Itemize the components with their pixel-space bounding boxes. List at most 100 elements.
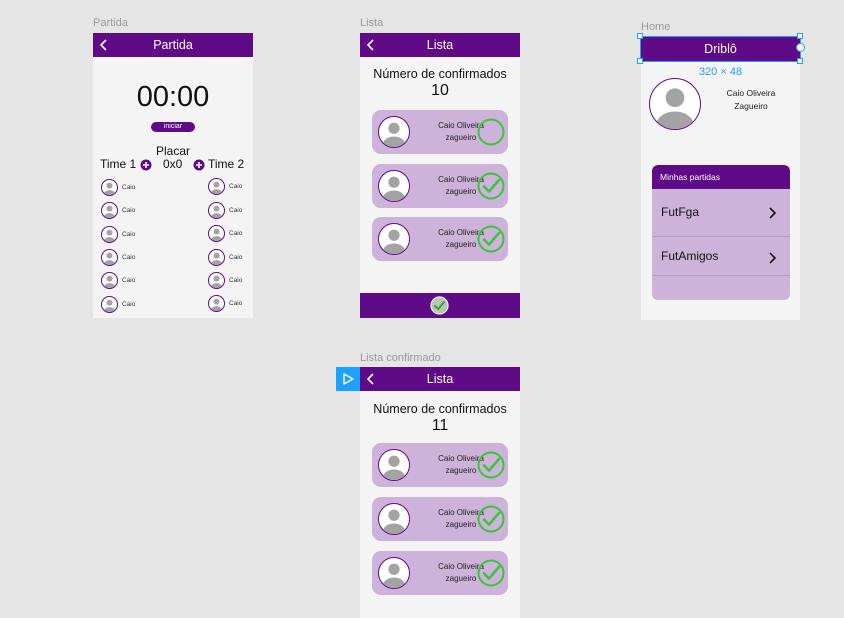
size-badge: 320 × 48 <box>698 66 743 78</box>
player-position: zagueiro <box>445 466 477 475</box>
list-item: Caio <box>101 226 135 243</box>
avatar <box>378 449 410 481</box>
avatar <box>378 557 410 589</box>
score-title: Placar <box>155 144 190 158</box>
avatar <box>378 223 410 255</box>
check-circle-icon[interactable] <box>430 296 449 315</box>
play-icon[interactable] <box>336 367 360 391</box>
avatar <box>101 296 118 313</box>
check-circle-icon[interactable] <box>477 225 505 253</box>
user-info: Caio Oliveira Zagueiro <box>713 87 789 113</box>
player-position: zagueiro <box>445 520 477 529</box>
player-name: Caio <box>229 230 243 237</box>
plus-circle-icon[interactable] <box>140 158 152 171</box>
avatar <box>101 202 118 219</box>
check-circle-icon[interactable] <box>477 505 505 533</box>
user-position: Zagueiro <box>734 101 768 111</box>
match-item[interactable]: FutFga <box>652 189 790 237</box>
circle-icon[interactable] <box>477 118 505 146</box>
match-item[interactable]: FutAmigos <box>652 237 790 276</box>
selection-outline[interactable] <box>640 36 801 62</box>
frame-lista: Lista Número de confirmados 10 Caio Oliv… <box>360 33 520 318</box>
chevron-left-icon[interactable] <box>366 33 382 57</box>
confirmed-count: 10 <box>431 82 449 99</box>
score-value: 0x0 <box>163 157 183 171</box>
avatar <box>101 249 118 266</box>
player-name: Caio <box>122 254 136 261</box>
player-position: zagueiro <box>445 187 477 196</box>
frame-label-lista: Lista <box>360 17 384 29</box>
matches-panel: Minhas partidas FutFga FutAmigos <box>652 165 790 300</box>
player-card[interactable]: Caio Oliveira zagueiro <box>372 497 508 541</box>
frame-label-home: Home <box>641 21 671 33</box>
frame-label-partida: Partida <box>93 17 128 29</box>
frame-home: Driblô 320 × 48 Caio Oliveira Zagueiro M… <box>641 37 800 320</box>
confirm-bar[interactable] <box>360 293 520 318</box>
plus-circle-icon[interactable] <box>193 158 205 171</box>
team1-label: Time 1 <box>100 157 137 171</box>
list-item: Caio <box>101 202 135 219</box>
player-position: zagueiro <box>445 574 477 583</box>
resize-handle[interactable] <box>637 58 643 64</box>
partida-title: Partida <box>153 38 193 52</box>
list-item: Caio <box>101 179 135 196</box>
resize-handle[interactable] <box>797 33 803 39</box>
player-position: zagueiro <box>445 240 477 249</box>
confirmed-label: Número de confirmados <box>373 402 507 416</box>
player-name: Caio <box>122 231 136 238</box>
list-item: Caio <box>208 202 242 219</box>
partida-appbar: Partida <box>93 33 253 57</box>
player-name: Caio <box>122 184 136 191</box>
player-name: Caio <box>229 207 243 214</box>
player-position: zagueiro <box>445 133 477 142</box>
player-card[interactable]: Caio Oliveira zagueiro <box>372 443 508 487</box>
avatar <box>649 78 701 130</box>
start-button[interactable]: iniciar <box>151 122 195 132</box>
chevron-left-icon[interactable] <box>366 367 382 391</box>
list-item: Caio <box>101 272 135 289</box>
match-name: FutFga <box>661 205 700 219</box>
list-item: Caio <box>208 225 242 242</box>
player-name: Caio <box>122 277 136 284</box>
list-item: Caio <box>208 272 242 289</box>
chevron-right-icon <box>768 251 777 269</box>
avatar <box>208 202 225 219</box>
list-item: Caio <box>101 296 135 313</box>
match-timer: 00:00 <box>136 81 210 113</box>
frame-label-lista-confirmado: Lista confirmado <box>360 352 441 364</box>
player-name: Caio <box>229 277 243 284</box>
avatar <box>378 116 410 148</box>
frame-lista-confirmado: Lista Número de confirmados 11 Caio Oliv… <box>360 367 520 618</box>
user-name: Caio Oliveira <box>726 88 776 98</box>
avatar <box>101 226 118 243</box>
player-card[interactable]: Caio Oliveira zagueiro <box>372 217 508 261</box>
match-name: FutAmigos <box>661 249 719 263</box>
frame-partida: Partida 00:00 iniciar Placar Time 1 0x0 … <box>93 33 253 318</box>
check-circle-icon[interactable] <box>477 172 505 200</box>
confirmed-label: Número de confirmados <box>373 67 507 81</box>
avatar <box>208 249 225 266</box>
lista-appbar: Lista <box>360 33 520 57</box>
list-item: Caio <box>101 249 135 266</box>
chevron-left-icon[interactable] <box>99 33 115 57</box>
check-circle-icon[interactable] <box>477 451 505 479</box>
check-circle-icon[interactable] <box>477 559 505 587</box>
rotate-handle[interactable] <box>796 43 805 52</box>
resize-handle[interactable] <box>797 58 803 64</box>
player-card[interactable]: Caio Oliveira zagueiro <box>372 110 508 154</box>
confirmed-count: 11 <box>431 417 449 434</box>
list-item: Caio <box>208 249 242 266</box>
player-name: Caio <box>229 254 243 261</box>
avatar <box>208 295 225 312</box>
chevron-right-icon <box>768 206 777 224</box>
player-name: Caio <box>122 301 136 308</box>
player-card[interactable]: Caio Oliveira zagueiro <box>372 164 508 208</box>
lista-confirmado-appbar: Lista <box>360 367 520 391</box>
avatar <box>101 179 118 196</box>
player-name: Caio <box>229 300 243 307</box>
avatar <box>208 178 225 195</box>
matches-header: Minhas partidas <box>652 165 790 189</box>
resize-handle[interactable] <box>637 33 643 39</box>
avatar <box>378 503 410 535</box>
player-card[interactable]: Caio Oliveira zagueiro <box>372 551 508 595</box>
